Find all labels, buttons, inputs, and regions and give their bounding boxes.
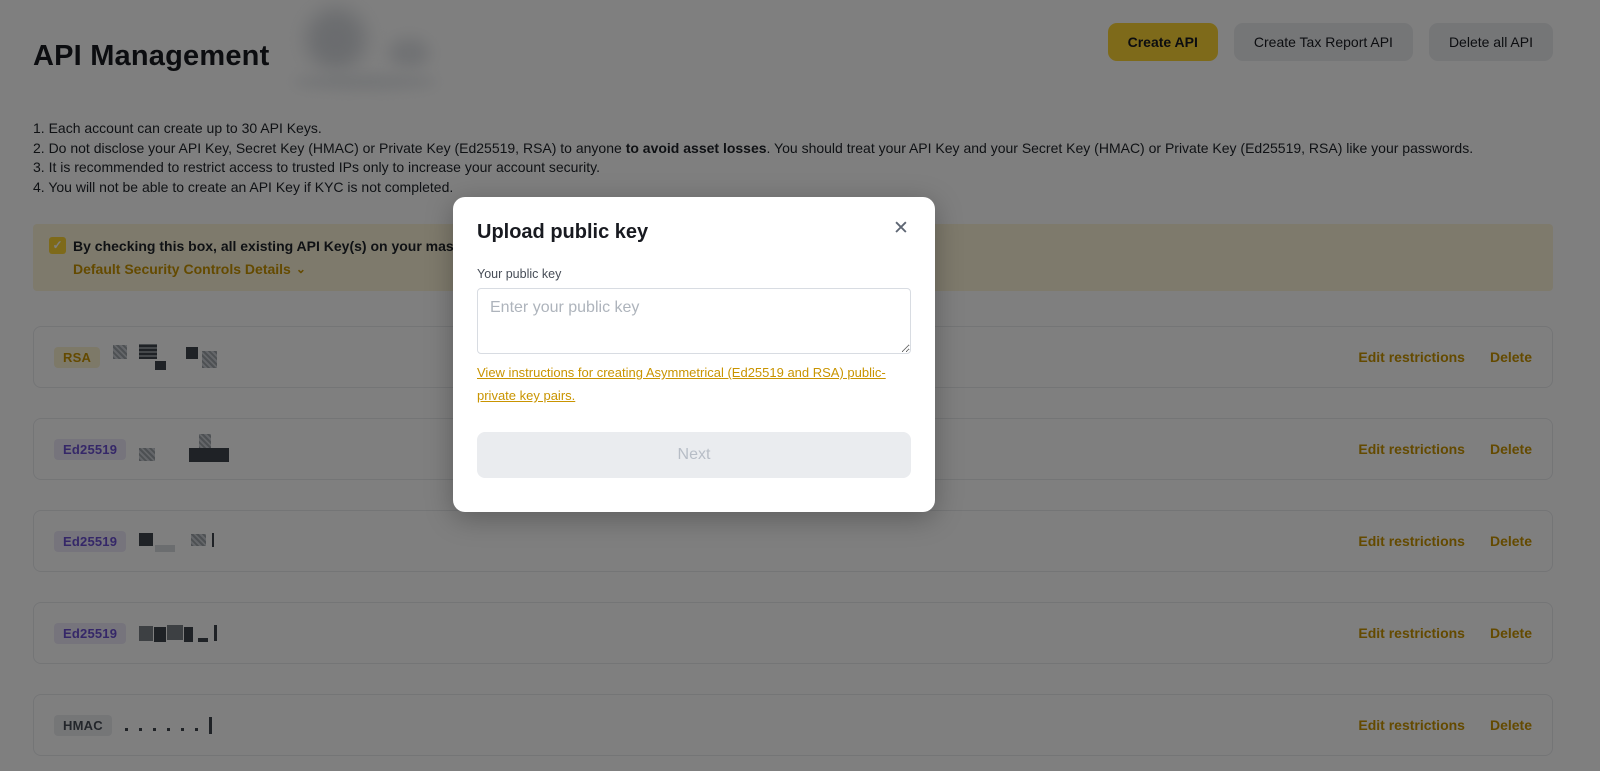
upload-public-key-modal: Upload public key ✕ Your public key View…	[453, 197, 935, 512]
next-button[interactable]: Next	[477, 432, 911, 478]
close-icon[interactable]: ✕	[889, 217, 913, 241]
key-pair-instructions-link[interactable]: View instructions for creating Asymmetri…	[477, 361, 911, 407]
public-key-input[interactable]	[477, 288, 911, 354]
modal-title: Upload public key	[477, 221, 649, 243]
public-key-field-label: Your public key	[477, 267, 562, 281]
